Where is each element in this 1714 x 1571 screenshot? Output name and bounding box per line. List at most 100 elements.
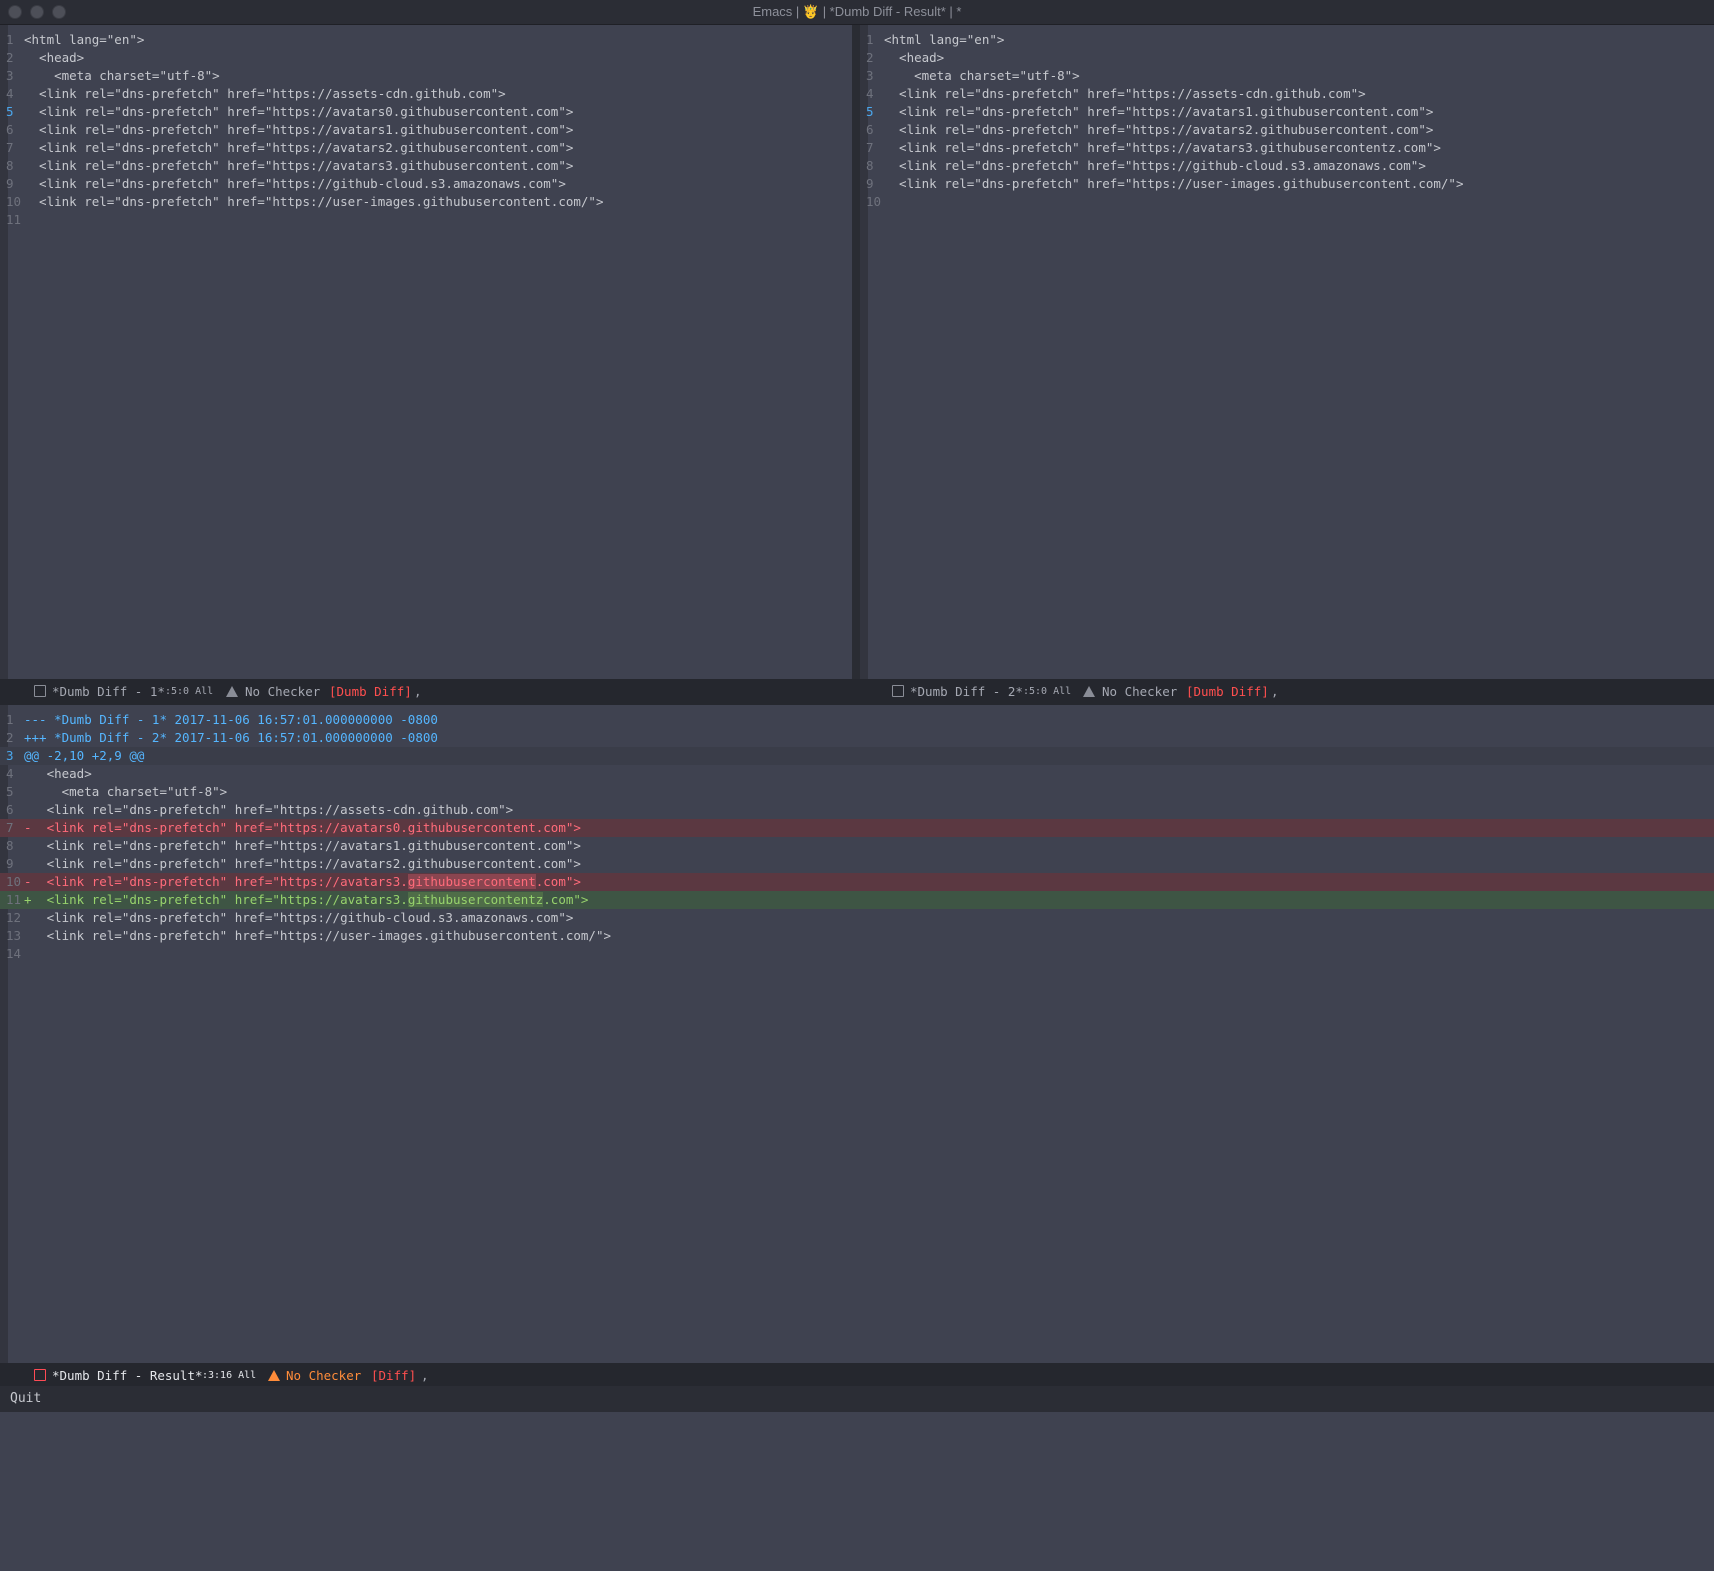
line-text: <link rel="dns-prefetch" href="https://a… — [884, 104, 1434, 119]
warning-triangle-icon — [1083, 686, 1095, 697]
warning-triangle-icon — [226, 686, 238, 697]
line-number: 11 — [6, 212, 22, 227]
line-text: <link rel="dns-prefetch" href="https://a… — [24, 140, 574, 155]
line-number: 5 — [866, 104, 874, 119]
diff-result-pane[interactable]: 1 --- *Dumb Diff - 1* 2017-11-06 16:57:01… — [0, 705, 1714, 1363]
right-cursor-position: :5:0 All — [1023, 686, 1072, 697]
diff-text-pre: + <link rel="dns-prefetch" href="https:/… — [24, 892, 408, 907]
line-number: 11 — [6, 892, 22, 907]
diff-context-line: 6 <link rel="dns-prefetch" href="https:/… — [0, 801, 1714, 819]
diff-context-line: 12 <link rel="dns-prefetch" href="https:… — [0, 909, 1714, 927]
left-buffer-name: *Dumb Diff - 1* — [52, 684, 165, 699]
line-number: 2 — [6, 730, 14, 745]
line-number: 10 — [6, 194, 22, 209]
line-number: 6 — [6, 122, 14, 137]
diff-context-line: 14 — [0, 945, 1714, 963]
diff-context-line: 5 <meta charset="utf-8"> — [0, 783, 1714, 801]
diff-del-line: 10- <link rel="dns-prefetch" href="https… — [0, 873, 1714, 891]
line-text: <link rel="dns-prefetch" href="https://g… — [884, 158, 1426, 173]
code-line: 7 <link rel="dns-prefetch" href="https:/… — [860, 139, 1714, 157]
window-controls — [8, 5, 66, 19]
line-number: 1 — [6, 32, 14, 47]
line-number: 2 — [6, 50, 14, 65]
line-text: <link rel="dns-prefetch" href="https://a… — [24, 856, 581, 871]
left-buffer-lines: 1 <html lang="en"> 2 <head> 3 <meta charset… — [0, 31, 852, 229]
line-number: 3 — [866, 68, 874, 83]
left-modeline-suffix: , — [414, 684, 422, 699]
line-text: <link rel="dns-prefetch" href="https://a… — [884, 122, 1434, 137]
line-text: <meta charset="utf-8"> — [24, 68, 220, 83]
line-text: <link rel="dns-prefetch" href="https://a… — [24, 104, 574, 119]
line-number: 5 — [6, 104, 14, 119]
line-text: <head> — [24, 50, 85, 65]
code-line: 9 <link rel="dns-prefetch" href="https:/… — [860, 175, 1714, 193]
line-number: 7 — [866, 140, 874, 155]
code-line: 4 <link rel="dns-prefetch" href="https:/… — [860, 85, 1714, 103]
code-line: 6 <link rel="dns-prefetch" href="https:/… — [860, 121, 1714, 139]
window-title: Emacs | 🤴 | *Dumb Diff - Result* | * — [752, 4, 962, 19]
code-line: 3 <meta charset="utf-8"> — [860, 67, 1714, 85]
right-major-mode[interactable]: [Dumb Diff] — [1186, 679, 1269, 705]
line-number: 6 — [6, 802, 14, 817]
line-text: <link rel="dns-prefetch" href="https://a… — [24, 86, 506, 101]
line-text: <link rel="dns-prefetch" href="https://u… — [24, 194, 604, 209]
line-text: --- *Dumb Diff - 1* 2017-11-06 16:57:01.… — [24, 712, 438, 727]
code-line: 5 <link rel="dns-prefetch" href="https:/… — [860, 103, 1714, 121]
line-text: <link rel="dns-prefetch" href="https://a… — [884, 140, 1441, 155]
line-text: + <link rel="dns-prefetch" href="https:/… — [24, 891, 588, 909]
refined-change-highlight: githubusercontentz — [407, 892, 544, 907]
line-text: <link rel="dns-prefetch" href="https://g… — [24, 910, 574, 925]
line-text: <html lang="en"> — [24, 32, 145, 47]
right-buffer-lines: 1 <html lang="en"> 2 <head> 3 <meta charset… — [860, 31, 1714, 211]
line-text: +++ *Dumb Diff - 2* 2017-11-06 16:57:01.… — [24, 730, 438, 745]
code-line: 3 <meta charset="utf-8"> — [0, 67, 852, 85]
line-text: <link rel="dns-prefetch" href="https://a… — [24, 158, 574, 173]
minimize-window-button[interactable] — [30, 5, 44, 19]
left-checker-status[interactable]: No Checker — [245, 679, 320, 705]
minibuffer[interactable]: Quit — [0, 1386, 1714, 1412]
line-number: 13 — [6, 928, 22, 943]
line-number: 7 — [6, 140, 14, 155]
code-line: 8 <link rel="dns-prefetch" href="https:/… — [860, 157, 1714, 175]
line-text: <link rel="dns-prefetch" href="https://u… — [884, 176, 1464, 191]
diff-buffer-lines: 1 --- *Dumb Diff - 1* 2017-11-06 16:57:01… — [0, 711, 1714, 963]
diff-context-line: 4 <head> — [0, 765, 1714, 783]
line-number: 14 — [6, 946, 22, 961]
line-text: <meta charset="utf-8"> — [24, 784, 228, 799]
code-line: 9 <link rel="dns-prefetch" href="https:/… — [0, 175, 852, 193]
right-editor-pane[interactable]: 1 <html lang="en"> 2 <head> 3 <meta charset… — [860, 25, 1714, 679]
line-text: <link rel="dns-prefetch" href="https://a… — [24, 838, 581, 853]
right-checker-status[interactable]: No Checker — [1102, 679, 1177, 705]
line-number: 10 — [866, 194, 882, 209]
left-major-mode[interactable]: [Dumb Diff] — [329, 679, 412, 705]
left-modeline: *Dumb Diff - 1* :5:0 All No Checker [Dum… — [0, 679, 857, 705]
line-text: <head> — [884, 50, 945, 65]
refined-change-highlight: githubusercontent — [407, 874, 536, 889]
line-text: <link rel="dns-prefetch" href="https://u… — [24, 928, 611, 943]
line-text: <head> — [24, 766, 92, 781]
line-number: 2 — [866, 50, 874, 65]
code-line: 1 <html lang="en"> — [0, 31, 852, 49]
zoom-window-button[interactable] — [52, 5, 66, 19]
diff-context-line: 8 <link rel="dns-prefetch" href="https:/… — [0, 837, 1714, 855]
diff-del-line: 7 - <link rel="dns-prefetch" href="https:… — [0, 819, 1714, 837]
floppy-disk-icon — [892, 685, 904, 697]
left-editor-pane[interactable]: 1 <html lang="en"> 2 <head> 3 <meta charset… — [0, 25, 852, 679]
line-number: 3 — [6, 68, 14, 83]
line-text: <link rel="dns-prefetch" href="https://a… — [24, 802, 514, 817]
code-line: 4 <link rel="dns-prefetch" href="https:/… — [0, 85, 852, 103]
line-number: 9 — [6, 176, 14, 191]
code-line: 2 <head> — [0, 49, 852, 67]
code-line: 1 <html lang="en"> — [860, 31, 1714, 49]
floppy-disk-icon — [34, 685, 46, 697]
diff-text-pre: - <link rel="dns-prefetch" href="https:/… — [24, 820, 581, 835]
diff-hunk-line: 3 @@ -2,10 +2,9 @@ — [0, 747, 1714, 765]
code-line: 7 <link rel="dns-prefetch" href="https:/… — [0, 139, 852, 157]
vertical-window-divider[interactable] — [852, 25, 860, 679]
line-number: 1 — [6, 712, 14, 727]
code-line: 8 <link rel="dns-prefetch" href="https:/… — [0, 157, 852, 175]
diff-context-line: 9 <link rel="dns-prefetch" href="https:/… — [0, 855, 1714, 873]
line-number: 6 — [866, 122, 874, 137]
close-window-button[interactable] — [8, 5, 22, 19]
diff-text-post: .com"> — [535, 874, 581, 889]
